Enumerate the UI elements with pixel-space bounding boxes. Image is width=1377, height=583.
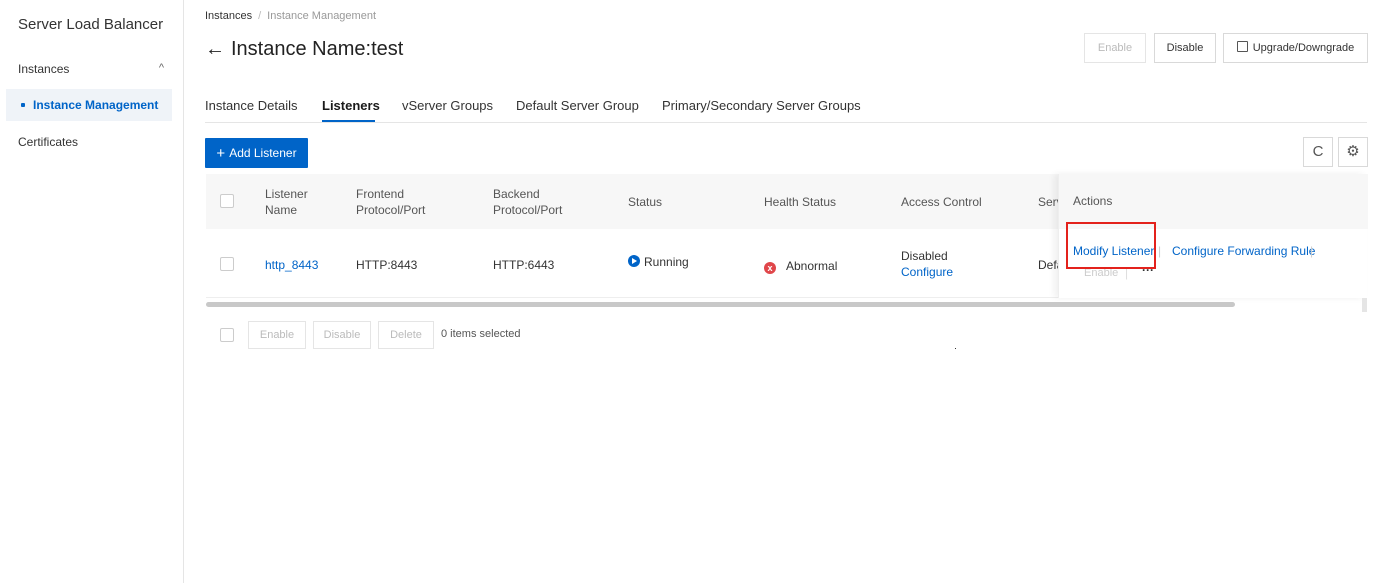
header-status: Status [628,195,663,209]
header-backend: Backend Protocol/Port [493,186,562,218]
upgrade-downgrade-button[interactable]: Upgrade/Downgrade [1223,33,1368,63]
tab-primary-secondary-server-groups[interactable]: Primary/Secondary Server Groups [662,98,861,113]
header-text: Name [265,203,298,217]
sidebar-group-label: Instances [18,62,70,76]
action-separator: | [1310,244,1314,258]
bullet-icon [21,103,25,107]
status-text: Running [644,255,689,269]
sidebar-title: Server Load Balancer [18,16,164,33]
enable-button[interactable]: Enable [1084,33,1146,63]
page-title: ← Instance Name:test [205,38,403,61]
frontend-value: HTTP:8443 [356,258,418,272]
highlight-annotation [1066,222,1156,269]
header-health-status: Health Status [764,195,837,209]
header-access-control: Access Control [901,195,982,209]
header-listener-name: Listener Name [265,186,308,218]
header-text: Frontend [356,187,405,201]
batch-enable-button[interactable]: Enable [248,321,306,349]
sidebar: Server Load Balancer Instances ^ Instanc… [0,0,184,583]
stray-dot [955,348,956,349]
health-cell: x Abnormal [764,258,837,274]
action-separator: | [1158,244,1162,258]
access-control-value: Disabled [901,249,948,263]
sidebar-item-label: Instance Management [33,98,159,112]
tab-vserver-groups[interactable]: vServer Groups [402,98,493,113]
refresh-icon: C [1312,143,1324,160]
refresh-button[interactable]: C [1303,137,1333,167]
configure-access-link[interactable]: Configure [901,264,953,280]
configure-forwarding-rule-link[interactable]: Configure Forwarding Rule [1172,243,1315,259]
listener-name-link[interactable]: http_8443 [265,257,318,273]
header-text: Protocol/Port [493,203,563,217]
active-tab-indicator [322,120,375,122]
sidebar-item-instance-management[interactable]: Instance Management [6,89,172,121]
select-all-checkbox[interactable] [220,194,234,208]
error-icon: x [764,262,776,274]
selection-count: 0 items selected [441,328,521,340]
plus-icon: + [216,145,226,162]
tab-default-server-group[interactable]: Default Server Group [516,98,639,113]
tab-listeners[interactable]: Listeners [322,98,380,113]
horizontal-scrollbar[interactable] [206,302,1235,307]
upgrade-downgrade-label: Upgrade/Downgrade [1252,42,1355,54]
settings-button[interactable]: ⚙ [1338,137,1368,167]
tabs: Instance Details Listeners vServer Group… [205,88,1367,123]
breadcrumb-separator: / [258,10,262,22]
gear-icon: ⚙ [1346,143,1360,160]
row-checkbox[interactable] [220,257,234,271]
header-text: Listener [265,187,308,201]
sidebar-group-instances[interactable]: Instances ^ [18,62,168,78]
add-listener-label: Add Listener [229,146,297,160]
header-text: Protocol/Port [356,203,426,217]
running-icon [628,255,640,267]
breadcrumb-instances[interactable]: Instances [205,10,252,22]
batch-disable-button[interactable]: Disable [313,321,371,349]
status-cell: Running [628,254,689,270]
scrollbar-track-end [1362,298,1367,312]
header-actions: Actions [1073,194,1113,208]
add-listener-button[interactable]: + Add Listener [205,138,308,168]
access-control-cell: Disabled Configure [901,248,953,280]
sidebar-item-certificates[interactable]: Certificates [18,135,78,149]
disable-button[interactable]: Disable [1154,33,1216,63]
breadcrumb: Instances / Instance Management [205,10,376,22]
health-text: Abnormal [786,259,838,273]
tab-instance-details[interactable]: Instance Details [205,98,298,113]
edit-icon [1236,41,1248,52]
header-frontend: Frontend Protocol/Port [356,186,425,218]
footer-select-all-checkbox[interactable] [220,328,234,342]
batch-delete-button[interactable]: Delete [378,321,434,349]
chevron-up-icon: ^ [158,62,164,74]
backend-value: HTTP:6443 [493,258,555,272]
breadcrumb-instance-management: Instance Management [267,10,377,22]
actions-header: Actions [1059,174,1368,229]
header-text: Backend [493,187,540,201]
back-arrow-icon[interactable]: ← [205,38,225,61]
page-title-text: Instance Name:test [231,38,404,60]
